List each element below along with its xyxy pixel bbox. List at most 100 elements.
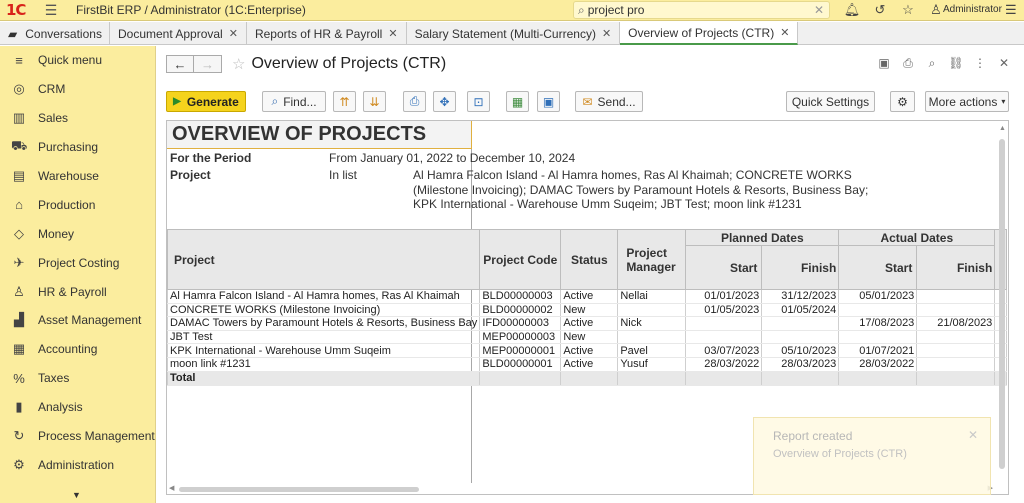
favorite-star-icon[interactable]: ☆ [232, 55, 245, 73]
report-settings-button[interactable]: ⚙ [890, 91, 915, 112]
collapse-groups-button[interactable]: ⇈ [333, 91, 356, 112]
tab-salary-statement[interactable]: Salary Statement (Multi-Currency) ✕ [407, 22, 621, 45]
move-button[interactable]: ✥ [433, 91, 456, 112]
cell-planned-finish[interactable]: 28/03/2023 [761, 357, 840, 372]
toast-message[interactable]: Overview of Projects (CTR) [773, 448, 907, 460]
cell-actual-start[interactable]: 28/03/2022 [838, 357, 918, 372]
cell-actual-start[interactable]: 01/07/2021 [838, 343, 918, 358]
table-row[interactable]: Al Hamra Falcon Island - Al Hamra homes,… [167, 289, 1008, 304]
cell-project[interactable]: Al Hamra Falcon Island - Al Hamra homes,… [167, 289, 481, 304]
cell-status[interactable]: New [560, 303, 619, 318]
cell-actual-finish[interactable] [916, 357, 996, 372]
cell-manager[interactable]: Nellai [617, 289, 687, 304]
close-icon[interactable]: ✕ [992, 56, 1016, 71]
global-search[interactable]: ⌕ ✕ [573, 1, 830, 19]
scroll-left-icon[interactable]: ◀ [169, 484, 174, 492]
cell-manager[interactable]: Yusuf [617, 357, 687, 372]
vertical-scroll-thumb[interactable] [999, 139, 1005, 469]
cell-planned-start[interactable]: 01/05/2023 [685, 303, 763, 318]
sidebar-item-crm[interactable]: ◎ CRM [0, 75, 155, 104]
cell-actual-finish[interactable] [916, 289, 996, 304]
table-row[interactable]: moon link #1231 BLD00000001 Active Yusuf… [167, 357, 1008, 372]
sidebar-item-taxes[interactable]: % Taxes [0, 364, 155, 393]
cell-manager[interactable] [617, 330, 687, 345]
close-tab-icon[interactable]: ✕ [780, 26, 789, 39]
sidebar-item-quick-menu[interactable]: ≡ Quick menu [0, 46, 155, 75]
close-tab-icon[interactable]: ✕ [388, 27, 397, 40]
print-button[interactable]: ⎙ [403, 91, 426, 112]
cell-status[interactable]: New [560, 330, 619, 345]
sidebar-item-hr-payroll[interactable]: ♙ HR & Payroll [0, 277, 155, 306]
cell-code[interactable]: MEP00000001 [479, 343, 562, 358]
settings-menu-icon[interactable]: ☰ [1005, 2, 1017, 18]
cell-actual-start[interactable]: 05/01/2023 [838, 289, 918, 304]
cell-project[interactable]: KPK International - Warehouse Umm Suqeim [167, 343, 481, 358]
table-row[interactable]: JBT Test MEP00000003 New [167, 330, 1008, 345]
cell-planned-start[interactable]: 01/01/2023 [685, 289, 763, 304]
cell-status[interactable]: Active [560, 343, 619, 358]
horizontal-scroll-thumb[interactable] [179, 487, 419, 492]
cell-planned-finish[interactable] [761, 316, 840, 331]
sidebar-item-accounting[interactable]: ▦ Accounting [0, 335, 155, 364]
cell-actual-finish[interactable] [916, 303, 996, 318]
cell-project[interactable]: JBT Test [167, 330, 481, 345]
find-button[interactable]: ⌕ Find... [262, 91, 326, 112]
cell-manager[interactable]: Pavel [617, 343, 687, 358]
spreadsheet-button[interactable]: ▦ [506, 91, 529, 112]
cell-actual-finish[interactable] [916, 343, 996, 358]
expand-groups-button[interactable]: ⇊ [363, 91, 386, 112]
sidebar-item-project-costing[interactable]: ✈ Project Costing [0, 248, 155, 277]
sidebar-item-money[interactable]: ◇ Money [0, 219, 155, 248]
bell-icon[interactable]: 🔔︎ [838, 2, 866, 18]
tab-document-approval[interactable]: Document Approval ✕ [110, 22, 247, 45]
close-toast-icon[interactable]: ✕ [968, 428, 978, 442]
cell-project[interactable]: moon link #1231 [167, 357, 481, 372]
more-vertical-icon[interactable]: ⋮ [968, 56, 992, 71]
cell-planned-start[interactable]: 28/03/2022 [685, 357, 763, 372]
cell-code[interactable]: BLD00000002 [479, 303, 562, 318]
cell-manager[interactable]: Nick [617, 316, 687, 331]
cell-actual-start[interactable] [838, 303, 918, 318]
table-row[interactable]: CONCRETE WORKS (Milestone Invoicing) BLD… [167, 303, 1008, 318]
sidebar-item-production[interactable]: ⌂ Production [0, 190, 155, 219]
cell-status[interactable]: Active [560, 289, 619, 304]
back-button[interactable]: ← [166, 55, 194, 73]
preview-icon[interactable]: ⌕ [920, 56, 944, 71]
sidebar-item-purchasing[interactable]: ⛟ Purchasing [0, 133, 155, 162]
cell-code[interactable]: MEP00000003 [479, 330, 562, 345]
sidebar-item-warehouse[interactable]: ▤ Warehouse [0, 162, 155, 191]
cell-planned-start[interactable] [685, 330, 763, 345]
generate-button[interactable]: ▶ Generate [166, 91, 246, 112]
table-row[interactable]: KPK International - Warehouse Umm Suqeim… [167, 343, 1008, 358]
user-name[interactable]: Administrator [943, 4, 1002, 15]
cell-actual-finish[interactable] [916, 330, 996, 345]
quick-settings-button[interactable]: Quick Settings [786, 91, 875, 112]
link-icon[interactable]: ⛓ [944, 56, 968, 71]
cell-planned-finish[interactable]: 05/10/2023 [761, 343, 840, 358]
cell-project[interactable]: DAMAC Towers by Paramount Hotels & Resor… [167, 316, 481, 331]
cell-manager[interactable] [617, 303, 687, 318]
cell-actual-finish[interactable]: 21/08/2023 [916, 316, 996, 331]
cell-planned-start[interactable] [685, 316, 763, 331]
close-tab-icon[interactable]: ✕ [602, 27, 611, 40]
cell-actual-start[interactable]: 17/08/2023 [838, 316, 918, 331]
cell-status[interactable]: Active [560, 316, 619, 331]
sidebar-item-sales[interactable]: ▥ Sales [0, 104, 155, 133]
cell-status[interactable]: Active [560, 357, 619, 372]
sidebar-item-asset-management[interactable]: ▟ Asset Management [0, 306, 155, 335]
tab-reports-hr-payroll[interactable]: Reports of HR & Payroll ✕ [247, 22, 407, 45]
cell-planned-start[interactable]: 03/07/2023 [685, 343, 763, 358]
cell-code[interactable]: IFD00000003 [479, 316, 562, 331]
cell-actual-start[interactable] [838, 330, 918, 345]
cell-planned-finish[interactable] [761, 330, 840, 345]
app-logo[interactable]: 1C [6, 1, 34, 19]
total-row[interactable]: Total [167, 371, 1008, 386]
sidebar-item-analysis[interactable]: ▮ Analysis [0, 393, 155, 422]
preview-button[interactable]: ⊡ [467, 91, 490, 112]
sidebar-item-process-management[interactable]: ↻ Process Management [0, 422, 155, 451]
clear-search-icon[interactable]: ✕ [814, 3, 824, 17]
search-input[interactable] [587, 3, 803, 17]
save-button[interactable]: ▣ [537, 91, 560, 112]
favorites-star-icon[interactable]: ☆ [894, 2, 922, 18]
notification-toast[interactable]: Report created Overview of Projects (CTR… [753, 417, 991, 495]
